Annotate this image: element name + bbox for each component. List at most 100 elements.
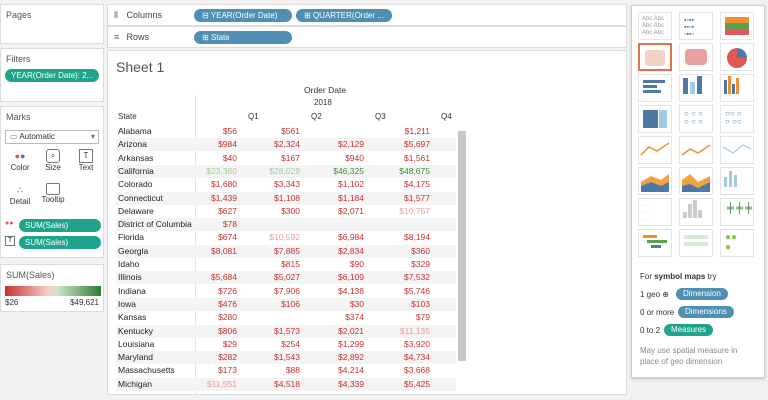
worksheet[interactable]: Sheet 1 Order Date 2018 State Q1 Q2 Q3 Q…	[107, 50, 627, 395]
table-row[interactable]: Kentucky $806 $1,573 $2,021 $11,135	[116, 324, 456, 338]
chart-type-stacked-bar[interactable]	[679, 74, 713, 102]
table-row[interactable]: Arizona $984 $2,324 $2,129 $5,697	[116, 138, 456, 152]
table-row[interactable]: Kansas $280 $374 $79	[116, 311, 456, 324]
sales-cell-q2[interactable]: $7,885	[240, 245, 300, 258]
table-row[interactable]: Massachusetts $173 $88 $4,214 $3,668	[116, 364, 456, 377]
mark-button-text[interactable]: T Text	[71, 149, 101, 181]
sales-cell-q4[interactable]: $5,746	[370, 285, 430, 298]
quarter-header-q3[interactable]: Q3	[375, 112, 386, 121]
mark-button-color[interactable]: ●● Color	[5, 149, 35, 181]
sales-cell-q3[interactable]: $4,339	[304, 378, 364, 391]
sales-cell-q3[interactable]: $46,325	[304, 165, 364, 178]
sales-cell-q4[interactable]: $7,532	[370, 271, 430, 284]
table-row[interactable]: Connecticut $1,439 $1,108 $1,184 $1,577	[116, 191, 456, 205]
sales-cell-q1[interactable]: $984	[177, 138, 237, 151]
pages-card[interactable]: Pages	[0, 4, 104, 44]
sales-cell-q3[interactable]: $1,184	[304, 192, 364, 205]
chart-type-filled-map[interactable]	[679, 43, 713, 71]
sales-cell-q1[interactable]: $674	[177, 231, 237, 244]
sales-cell-q4[interactable]: $11,135	[370, 325, 430, 338]
table-row[interactable]: Illinois $5,684 $5,027 $6,109 $7,532	[116, 271, 456, 285]
sales-cell-q4[interactable]: $5,425	[370, 378, 430, 391]
sales-cell-q1[interactable]: $726	[177, 285, 237, 298]
chart-type-box-and-whisker[interactable]: ╪╪╪	[720, 198, 754, 226]
chart-type-packed-bubbles[interactable]: ●● ●	[720, 229, 754, 257]
sales-cell-q4[interactable]: $3,668	[370, 364, 430, 377]
chart-type-scatter-plot[interactable]: · · · · · · · · ·	[638, 198, 672, 226]
sales-cell-q1[interactable]: $56	[177, 125, 237, 138]
sales-cell-q2[interactable]: $88	[240, 364, 300, 377]
chart-type-line-continuous[interactable]	[638, 136, 672, 164]
sales-cell-q4[interactable]: $360	[370, 245, 430, 258]
chart-type-dual-combination[interactable]	[720, 167, 754, 195]
sales-cell-q3[interactable]: $2,071	[304, 205, 364, 218]
sales-cell-q1[interactable]: $29	[177, 338, 237, 351]
sales-cell-q2[interactable]: $561	[240, 125, 300, 138]
sales-cell-q2[interactable]: $2,324	[240, 138, 300, 151]
chart-type-horizontal-bar[interactable]	[638, 74, 672, 102]
sales-cell-q4[interactable]: $103	[370, 298, 430, 311]
sales-cell-q4[interactable]: $329	[370, 258, 430, 271]
sales-cell-q2[interactable]: $1,573	[240, 325, 300, 338]
table-row[interactable]: Louisiana $29 $254 $1,299 $3,920	[116, 338, 456, 351]
mark-field-pill-text[interactable]: SUM(Sales)	[19, 236, 101, 249]
chart-type-symbol-map[interactable]	[638, 43, 672, 71]
sales-cell-q4[interactable]: $3,920	[370, 338, 430, 351]
sales-cell-q2[interactable]: $3,343	[240, 178, 300, 191]
table-row[interactable]: District of Columbia $78	[116, 218, 456, 232]
sales-cell-q2[interactable]: $4,518	[240, 378, 300, 391]
column-pill-year[interactable]: ⊟ YEAR(Order Date)	[194, 9, 292, 22]
sales-cell-q3[interactable]: $2,021	[304, 325, 364, 338]
sales-cell-q4[interactable]: $10,757	[370, 205, 430, 218]
sales-cell-q1[interactable]: $5,684	[177, 271, 237, 284]
column-pill-quarter[interactable]: ⊞ QUARTER(Order ...	[296, 9, 392, 22]
rows-shelf[interactable]: ≡ Rows ⊞ State	[107, 26, 627, 48]
sales-cell-q1[interactable]: $11,551	[177, 378, 237, 391]
sales-cell-q4[interactable]: $5,697	[370, 138, 430, 151]
sales-cell-q1[interactable]: $78	[177, 218, 237, 231]
quarter-header-q1[interactable]: Q1	[248, 112, 259, 121]
sales-cell-q3[interactable]: $2,129	[304, 138, 364, 151]
chart-type-text-table[interactable]: Abc Abc Abc Abc Abc Abc	[638, 12, 672, 40]
sales-cell-q2[interactable]: $167	[240, 152, 300, 165]
sales-cell-q4[interactable]: $1,561	[370, 152, 430, 165]
vertical-scrollbar[interactable]	[458, 131, 466, 361]
chart-type-line-discrete[interactable]	[679, 136, 713, 164]
sales-cell-q1[interactable]: $627	[177, 205, 237, 218]
chart-type-area-continuous[interactable]	[638, 167, 672, 195]
chart-type-side-by-side-bar[interactable]	[720, 74, 754, 102]
chart-type-side-by-side-circle[interactable]: ○○ ○ ○ ○○	[720, 105, 754, 133]
chart-type-circle-view[interactable]: ○ ○ ○ ○ ○ ○	[679, 105, 713, 133]
chart-type-pie-chart[interactable]	[720, 43, 754, 71]
sales-cell-q2[interactable]: $815	[240, 258, 300, 271]
sales-cell-q3[interactable]: $90	[304, 258, 364, 271]
chart-type-dual-line[interactable]	[720, 136, 754, 164]
sales-cell-q2[interactable]: $28,029	[240, 165, 300, 178]
table-row[interactable]: Idaho $815 $90 $329	[116, 258, 456, 271]
year-header[interactable]: 2018	[314, 98, 332, 107]
sales-cell-q1[interactable]: $8,081	[177, 245, 237, 258]
sales-cell-q3[interactable]: $6,984	[304, 231, 364, 244]
sales-cell-q2[interactable]: $106	[240, 298, 300, 311]
sales-cell-q3[interactable]: $6,109	[304, 271, 364, 284]
sales-cell-q1[interactable]: $280	[177, 311, 237, 324]
sales-cell-q1[interactable]: $806	[177, 325, 237, 338]
sales-cell-q2[interactable]: $5,027	[240, 271, 300, 284]
mark-button-tooltip[interactable]: Tooltip	[38, 183, 68, 215]
sales-cell-q3[interactable]: $2,892	[304, 351, 364, 364]
table-row[interactable]: Michigan $11,551 $4,518 $4,339 $5,425	[116, 377, 456, 391]
table-row[interactable]: Alabama $56 $561 $1,211	[116, 125, 456, 138]
row-pill-state[interactable]: ⊞ State	[194, 31, 292, 44]
sales-cell-q2[interactable]: $7,906	[240, 285, 300, 298]
chart-type-treemap[interactable]	[638, 105, 672, 133]
sales-cell-q1[interactable]: $282	[177, 351, 237, 364]
sales-cell-q1[interactable]: $173	[177, 364, 237, 377]
sales-cell-q4[interactable]: $1,577	[370, 192, 430, 205]
table-row[interactable]: Colorado $1,680 $3,343 $1,102 $4,175	[116, 178, 456, 191]
sales-cell-q1[interactable]: $23,360	[177, 165, 237, 178]
sheet-title[interactable]: Sheet 1	[116, 59, 164, 75]
sales-cell-q1[interactable]: $476	[177, 298, 237, 311]
sales-cell-q3[interactable]: $940	[304, 152, 364, 165]
table-row[interactable]: California $23,360 $28,029 $46,325 $48,675	[116, 164, 456, 178]
sales-cell-q2[interactable]: $10,592	[240, 231, 300, 244]
